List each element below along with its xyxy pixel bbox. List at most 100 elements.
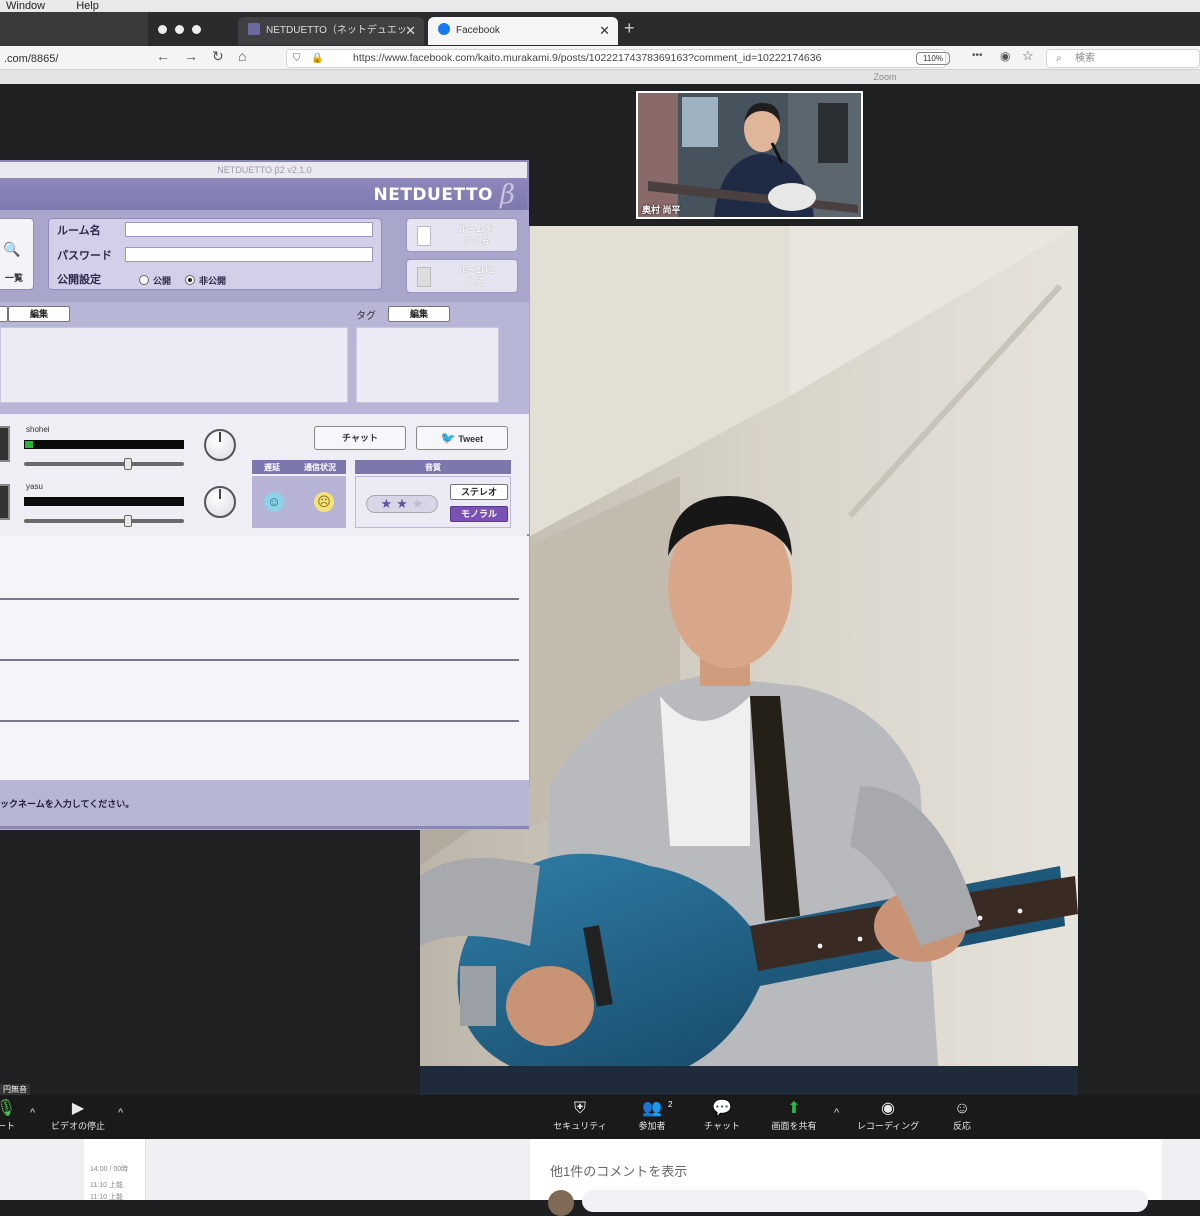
side-item: 11:10 上能: [90, 1194, 123, 1201]
pan-knob[interactable]: [204, 486, 236, 518]
tab-label: Facebook: [456, 25, 500, 36]
level-meter: [24, 440, 184, 449]
tab-facebook[interactable]: Facebook ✕: [428, 17, 618, 45]
room-list-button[interactable]: 🔍 一覧: [0, 218, 34, 290]
reactions-label: 反応: [952, 1121, 971, 1131]
new-tab-button[interactable]: +: [624, 18, 635, 39]
participant-count: 2: [668, 1100, 673, 1109]
menu-bar: Window Help: [0, 0, 1200, 12]
background-window-strip: [0, 12, 148, 46]
tweet-button[interactable]: 🐦 Tweet: [416, 426, 508, 450]
close-tab-icon[interactable]: ✕: [599, 17, 610, 45]
visibility-label: 公開設定: [57, 274, 101, 286]
side-item: 14:00 / 00時: [90, 1166, 129, 1173]
level-meter: [24, 497, 184, 506]
participants-button[interactable]: 👥 参加者: [612, 1099, 692, 1132]
share-screen-icon: ⬆: [787, 1100, 801, 1117]
volume-slider[interactable]: [24, 458, 184, 470]
user-avatar: [0, 426, 10, 462]
shield-icon[interactable]: ⛉: [293, 50, 301, 67]
close-tab-icon[interactable]: ✕: [405, 17, 416, 45]
delay-column-label: 遅延: [264, 463, 280, 472]
chat-button[interactable]: チャット: [314, 426, 406, 450]
netduetto-favicon-icon: [248, 23, 260, 35]
password-label: パスワード: [57, 250, 112, 262]
record-label: レコーディング: [856, 1121, 920, 1131]
record-button[interactable]: ◉ レコーディング: [848, 1099, 928, 1132]
slot-divider: [0, 598, 519, 600]
reload-icon[interactable]: ↻: [212, 48, 224, 65]
close-window-button[interactable]: [158, 25, 167, 34]
pan-knob[interactable]: [204, 429, 236, 461]
facebook-favicon-icon: [438, 23, 450, 35]
audio-options-caret-icon[interactable]: ^: [30, 1107, 35, 1119]
search-icon: ⌕: [1056, 53, 1062, 64]
room-name-input[interactable]: [125, 222, 373, 237]
view-more-comments-link[interactable]: 他1件のコメントを表示: [550, 1161, 687, 1180]
user-slots-area: [0, 536, 529, 780]
netduetto-header: NETDUETTO β: [0, 178, 527, 212]
room-form: ルーム名 パスワード 公開設定 公開 非公開: [48, 218, 382, 290]
twitter-bird-icon: 🐦: [440, 431, 456, 445]
create-room-line1: ルームを: [458, 224, 494, 234]
share-options-caret-icon[interactable]: ^: [834, 1107, 839, 1119]
share-screen-button[interactable]: ⬆ 画面を共有: [754, 1099, 834, 1132]
create-room-line2: つくる: [462, 236, 490, 246]
forward-icon[interactable]: →: [184, 48, 198, 64]
enter-room-button[interactable]: ルームに 入る: [406, 259, 518, 293]
slider-thumb[interactable]: [124, 515, 132, 527]
stereo-button[interactable]: ステレオ: [450, 484, 508, 500]
room-name-label: ルーム名: [57, 225, 101, 237]
private-radio[interactable]: [185, 275, 195, 285]
zoom-window-button[interactable]: [192, 25, 201, 34]
bookmark-star-icon[interactable]: ☆: [1022, 48, 1034, 64]
video-options-caret-icon[interactable]: ^: [118, 1107, 123, 1119]
more-actions-icon[interactable]: •••: [972, 50, 983, 61]
comment-input[interactable]: [582, 1190, 1148, 1212]
menu-window[interactable]: Window: [6, 0, 45, 12]
enter-room-line2: 入る: [466, 277, 485, 287]
reactions-icon: ☺: [953, 1100, 971, 1117]
stop-video-button[interactable]: ▶ ビデオの停止: [38, 1099, 118, 1132]
thumbnail-scene: [638, 93, 861, 217]
url-bar[interactable]: ⛉ 🔒 https://www.facebook.com/kaito.murak…: [286, 49, 946, 68]
mute-status-badge: 円無音: [0, 1084, 30, 1095]
shield-icon: ⛨: [573, 1100, 586, 1117]
star-filled-icon: ★: [396, 496, 408, 511]
background-url: .com/8865/: [4, 53, 59, 65]
volume-slider[interactable]: [24, 515, 184, 527]
mono-button[interactable]: モノラル: [450, 506, 508, 522]
magnifier-icon: 🔍: [3, 241, 21, 257]
user-name: yasu: [26, 482, 43, 491]
public-radio[interactable]: [139, 275, 149, 285]
edit-left-button-edge[interactable]: [0, 306, 8, 322]
slider-thumb[interactable]: [124, 458, 132, 470]
netduetto-titlebar: NETDUETTO β2 v2.1.0: [0, 162, 527, 178]
chat-toolbar-button[interactable]: 💬 チャット: [682, 1099, 762, 1132]
search-input[interactable]: ⌕ 検索: [1046, 49, 1200, 68]
side-item: 11:10 上能: [90, 1182, 123, 1189]
edit-description-button[interactable]: 編集: [8, 306, 70, 322]
home-icon[interactable]: ⌂: [238, 48, 246, 64]
participant-thumbnail-video[interactable]: 奥村 尚平: [636, 91, 863, 219]
create-room-button[interactable]: ルームを つくる: [406, 218, 518, 252]
zoom-level-badge[interactable]: 110%: [916, 52, 950, 65]
netduetto-logo: NETDUETTO: [373, 185, 493, 205]
security-button[interactable]: ⛨ セキュリティ: [540, 1099, 620, 1132]
door-icon: [417, 226, 431, 246]
public-label: 公開: [153, 276, 172, 286]
pocket-icon[interactable]: ◉: [1000, 49, 1010, 63]
tag-label: タグ: [356, 311, 376, 322]
chat-bubble-icon: 💬: [712, 1100, 732, 1117]
tab-netduetto[interactable]: NETDUETTO（ネットデュエッ ✕: [238, 17, 424, 45]
url-text: https://www.facebook.com/kaito.murakami.…: [353, 52, 822, 64]
menu-help[interactable]: Help: [76, 0, 99, 12]
edit-tag-button[interactable]: 編集: [388, 306, 450, 322]
chat-label: チャット: [704, 1121, 740, 1131]
back-icon[interactable]: ←: [156, 48, 170, 64]
reactions-button[interactable]: ☺ 反応: [922, 1099, 1002, 1132]
minimize-window-button[interactable]: [175, 25, 184, 34]
password-input[interactable]: [125, 247, 373, 262]
mute-label: ート: [0, 1121, 15, 1131]
sound-header: 音質: [355, 460, 511, 474]
